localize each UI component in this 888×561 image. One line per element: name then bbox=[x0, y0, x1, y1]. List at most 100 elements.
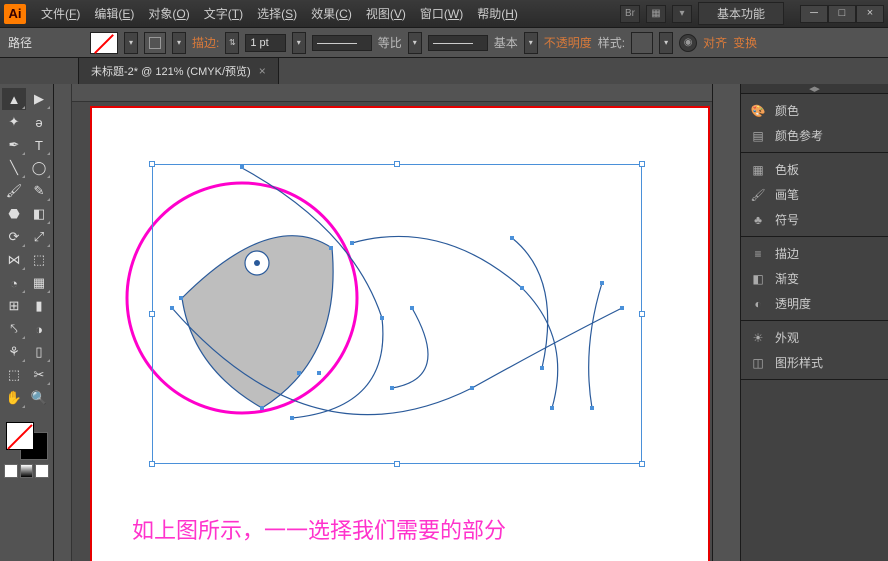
sel-handle-sw[interactable] bbox=[149, 461, 155, 467]
sel-handle-se[interactable] bbox=[639, 461, 645, 467]
rotate-tool[interactable]: ⟳ bbox=[2, 226, 26, 248]
shape-builder-tool[interactable]: ◔ bbox=[2, 272, 26, 294]
panel-transparency[interactable]: ◐透明度 bbox=[741, 291, 888, 316]
panel-appearance[interactable]: ☀外观 bbox=[741, 325, 888, 350]
panel-color-guide[interactable]: ▤颜色参考 bbox=[741, 123, 888, 148]
blend-tool[interactable]: ◑ bbox=[27, 318, 51, 340]
document-tab-close[interactable]: × bbox=[259, 64, 266, 78]
pen-tool[interactable]: ✒ bbox=[2, 134, 26, 156]
sel-handle-ne[interactable] bbox=[639, 161, 645, 167]
blob-brush-tool[interactable]: ⬣ bbox=[2, 203, 26, 225]
type-tool[interactable]: T bbox=[27, 134, 51, 156]
panel-brushes[interactable]: 🖌画笔 bbox=[741, 182, 888, 207]
panel-color[interactable]: 🎨颜色 bbox=[741, 98, 888, 123]
profile-dropdown[interactable]: ▾ bbox=[408, 32, 422, 54]
stroke-dropdown-arrow[interactable]: ▾ bbox=[172, 32, 186, 54]
mesh-tool[interactable]: ⊞ bbox=[2, 295, 26, 317]
panel-symbols[interactable]: ♣符号 bbox=[741, 207, 888, 232]
selection-bounding-box[interactable] bbox=[152, 164, 642, 464]
graphic-style-swatch[interactable] bbox=[631, 32, 653, 54]
fill-proxy[interactable] bbox=[6, 422, 34, 450]
arrange-docs-icon[interactable]: ▦ bbox=[646, 5, 666, 23]
align-label[interactable]: 对齐 bbox=[703, 34, 727, 51]
panel-group-stroke: ≡描边 ◧渐变 ◐透明度 bbox=[741, 237, 888, 321]
panel-stroke[interactable]: ≡描边 bbox=[741, 241, 888, 266]
fill-stroke-proxy[interactable] bbox=[6, 422, 48, 460]
rectangle-tool[interactable]: ◯ bbox=[27, 157, 51, 179]
lasso-tool[interactable]: ə bbox=[27, 111, 51, 133]
document-tab[interactable]: 未标题-2* @ 121% (CMYK/预览) × bbox=[78, 57, 279, 84]
style-dropdown[interactable]: ▾ bbox=[659, 32, 673, 54]
window-minimize[interactable]: ─ bbox=[800, 5, 828, 23]
stroke-label[interactable]: 描边: bbox=[192, 34, 219, 51]
main-area: ▲▶ ✦ə ✒T ╲◯ 🖌✎ ⬣◧ ⟳⤢ ⋈⬚ ◔▦ ⊞▮ ⤣◑ ⚘▯ ⬚✂ ✋… bbox=[0, 84, 888, 561]
panel-graphic-styles[interactable]: ◫图形样式 bbox=[741, 350, 888, 375]
hand-tool[interactable]: ✋ bbox=[2, 387, 26, 409]
workspace-switcher[interactable]: 基本功能 bbox=[698, 2, 784, 25]
direct-selection-tool[interactable]: ▶ bbox=[27, 88, 51, 110]
ruler-horizontal[interactable] bbox=[72, 84, 712, 102]
menu-object[interactable]: 对象(O) bbox=[141, 5, 196, 22]
artboard-tool[interactable]: ⬚ bbox=[2, 364, 26, 386]
stroke-swatch[interactable] bbox=[144, 32, 166, 54]
stroke-weight-dropdown[interactable]: ▾ bbox=[292, 32, 306, 54]
sel-handle-w[interactable] bbox=[149, 311, 155, 317]
menu-effect[interactable]: 效果(C) bbox=[304, 5, 359, 22]
right-panels: ◀▶ 🎨颜色 ▤颜色参考 ▦色板 🖌画笔 ♣符号 ≡描边 ◧渐变 ◐透明度 ☀外… bbox=[740, 84, 888, 561]
zoom-tool[interactable]: 🔍 bbox=[27, 387, 51, 409]
menu-help[interactable]: 帮助(H) bbox=[470, 5, 525, 22]
magic-wand-tool[interactable]: ✦ bbox=[2, 111, 26, 133]
gradient-mode-btn[interactable] bbox=[20, 464, 34, 478]
palette-icon: 🎨 bbox=[749, 103, 767, 119]
menu-file[interactable]: 文件(F) bbox=[34, 5, 87, 22]
sel-handle-s[interactable] bbox=[394, 461, 400, 467]
screen-mode-icon[interactable]: ▾ bbox=[672, 5, 692, 23]
width-tool[interactable]: ⋈ bbox=[2, 249, 26, 271]
opacity-label[interactable]: 不透明度 bbox=[544, 34, 592, 51]
stroke-weight-input[interactable]: 1 pt bbox=[245, 34, 285, 52]
panel-swatches[interactable]: ▦色板 bbox=[741, 157, 888, 182]
window-maximize[interactable]: □ bbox=[828, 5, 856, 23]
bridge-icon[interactable]: Br bbox=[620, 5, 640, 23]
none-mode-btn[interactable] bbox=[35, 464, 49, 478]
slice-tool[interactable]: ✂ bbox=[27, 364, 51, 386]
pencil-tool[interactable]: ✎ bbox=[27, 180, 51, 202]
sel-handle-e[interactable] bbox=[639, 311, 645, 317]
panel-collapse-toggle[interactable]: ◀▶ bbox=[741, 84, 888, 94]
transform-label[interactable]: 变换 bbox=[733, 34, 757, 51]
eraser-tool[interactable]: ◧ bbox=[27, 203, 51, 225]
panel-group-appearance: ☀外观 ◫图形样式 bbox=[741, 321, 888, 380]
window-close[interactable]: × bbox=[856, 5, 884, 23]
sel-handle-n[interactable] bbox=[394, 161, 400, 167]
symbol-sprayer-tool[interactable]: ⚘ bbox=[2, 341, 26, 363]
brush-definition[interactable] bbox=[428, 35, 488, 51]
selection-tool[interactable]: ▲ bbox=[2, 88, 26, 110]
perspective-grid-tool[interactable]: ▦ bbox=[27, 272, 51, 294]
ruler-vertical[interactable] bbox=[54, 84, 72, 561]
menu-view[interactable]: 视图(V) bbox=[359, 5, 413, 22]
brush-dropdown[interactable]: ▾ bbox=[524, 32, 538, 54]
line-tool[interactable]: ╲ bbox=[2, 157, 26, 179]
paintbrush-tool[interactable]: 🖌 bbox=[2, 180, 26, 202]
panel-gradient[interactable]: ◧渐变 bbox=[741, 266, 888, 291]
scale-tool[interactable]: ⤢ bbox=[27, 226, 51, 248]
stroke-icon: ≡ bbox=[749, 246, 767, 262]
right-dock-strip[interactable] bbox=[712, 84, 740, 561]
menu-type[interactable]: 文字(T) bbox=[197, 5, 250, 22]
fill-dropdown-arrow[interactable]: ▾ bbox=[124, 32, 138, 54]
gradient-tool[interactable]: ▮ bbox=[27, 295, 51, 317]
color-mode-btn[interactable] bbox=[4, 464, 18, 478]
menu-select[interactable]: 选择(S) bbox=[250, 5, 304, 22]
menu-edit[interactable]: 编辑(E) bbox=[87, 5, 141, 22]
canvas-area[interactable]: 如上图所示，一一选择我们需要的部分 bbox=[72, 102, 712, 561]
free-transform-tool[interactable]: ⬚ bbox=[27, 249, 51, 271]
sel-handle-nw[interactable] bbox=[149, 161, 155, 167]
recolor-artwork-icon[interactable]: ◉ bbox=[679, 34, 697, 52]
column-graph-tool[interactable]: ▯ bbox=[27, 341, 51, 363]
fill-swatch[interactable] bbox=[90, 32, 118, 54]
menu-window[interactable]: 窗口(W) bbox=[413, 5, 470, 22]
eyedropper-tool[interactable]: ⤣ bbox=[2, 318, 26, 340]
stroke-weight-stepper[interactable]: ⇅ bbox=[225, 32, 239, 54]
panel-group-color: 🎨颜色 ▤颜色参考 bbox=[741, 94, 888, 153]
variable-width-profile[interactable] bbox=[312, 35, 372, 51]
